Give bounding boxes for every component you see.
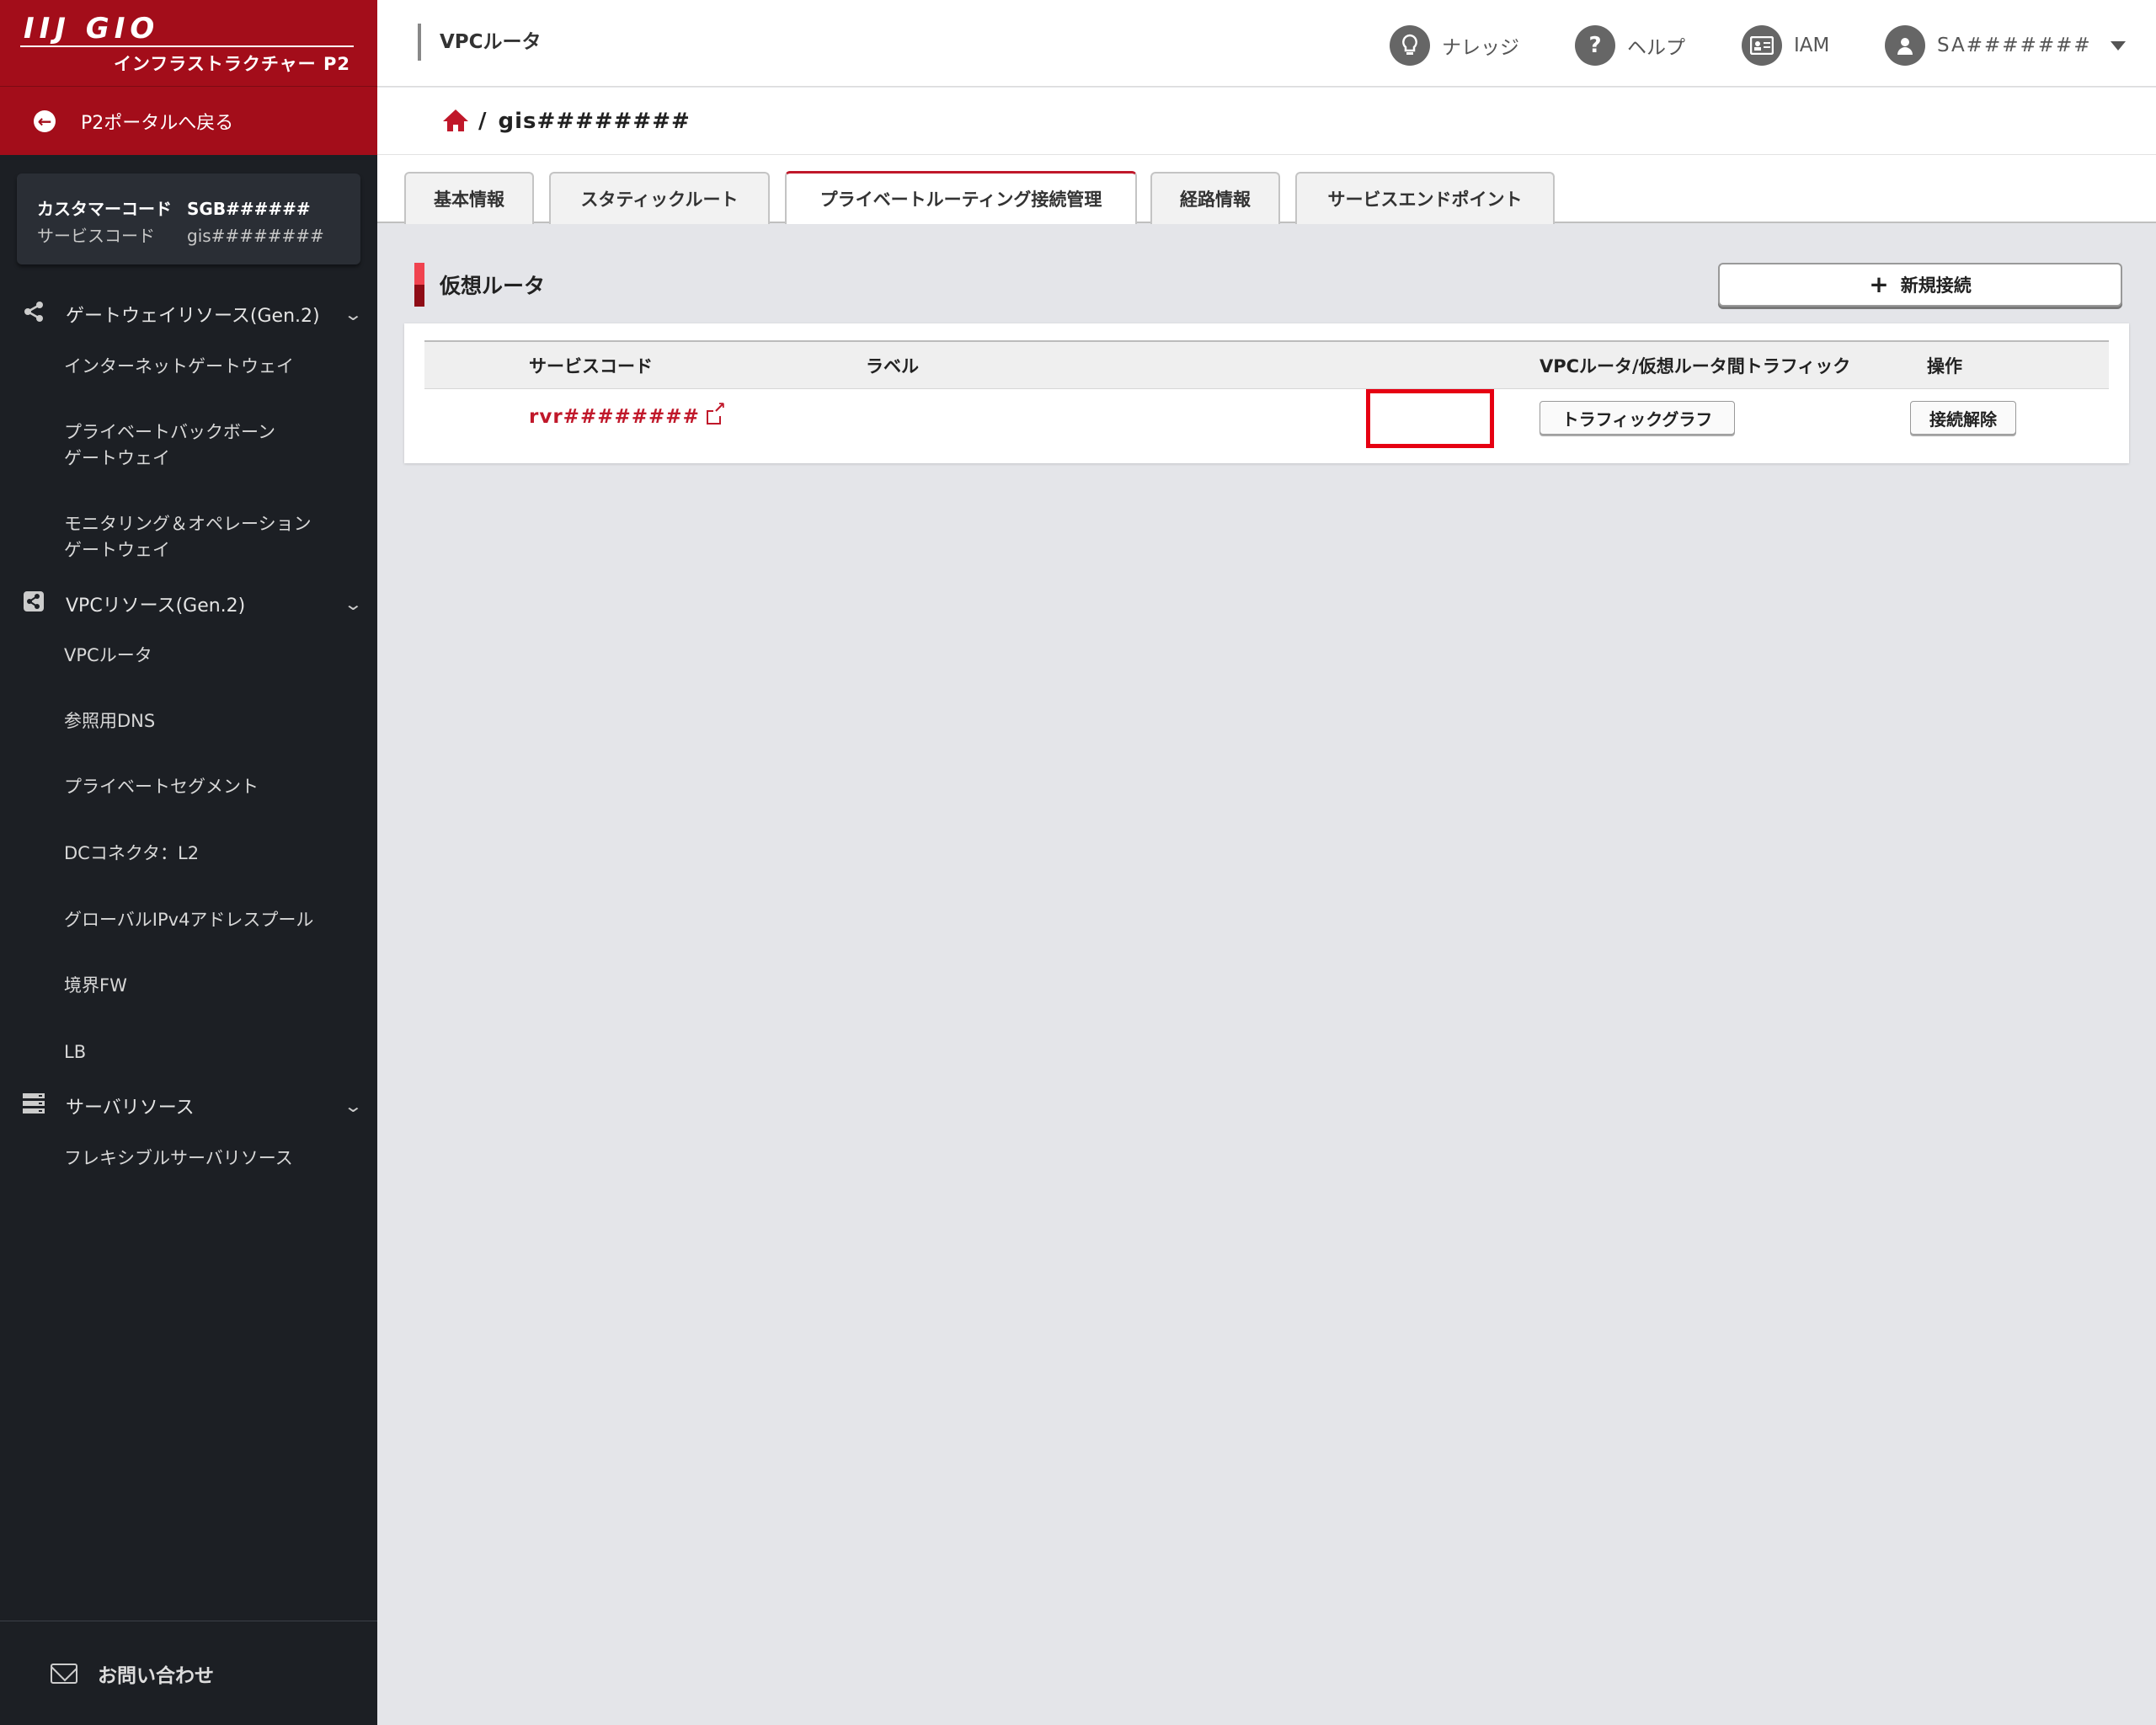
help-label: ヘルプ [1627, 37, 1685, 59]
breadcrumb-separator: / [478, 108, 487, 134]
tab-bar: 基本情報 スタティックルート プライベートルーティング接続管理 経路情報 サービ… [377, 155, 2156, 224]
user-icon [1885, 25, 1925, 66]
chevron-down-icon: ⌄ [343, 304, 364, 324]
col-label: ラベル [866, 356, 919, 377]
caret-down-icon [2110, 40, 2126, 51]
nav-item-global-ipv4-pool[interactable]: グローバルIPv4アドレスプール [0, 907, 377, 933]
customer-code-value: SGB###### [187, 199, 311, 219]
iam-label: IAM [1794, 35, 1830, 56]
share-square-icon [20, 590, 47, 617]
nav-item-lb[interactable]: LB [0, 1039, 377, 1065]
new-connection-label: 新規接続 [1900, 275, 1972, 296]
envelope-icon [51, 1663, 77, 1684]
sidebar: IIJ GIO インフラストラクチャー P2 ← P2ポータルへ戻る カスタマー… [0, 0, 377, 1725]
lightbulb-icon [1390, 25, 1430, 66]
knowledge-link[interactable]: ナレッジ [1390, 25, 1519, 66]
help-icon: ? [1575, 25, 1615, 66]
back-to-portal-label: P2ポータルへ戻る [81, 112, 234, 134]
plus-icon: + [1869, 270, 1889, 298]
breadcrumb: / gis######## [377, 88, 2156, 155]
section-marker [414, 263, 424, 307]
top-header: VPCルータ ナレッジ ? ヘルプ IAM SA####### [377, 0, 2156, 87]
tab-private-routing-connection[interactable]: プライベートルーティング接続管理 [785, 171, 1137, 224]
help-link[interactable]: ? ヘルプ [1575, 25, 1685, 66]
brand-subtitle: インフラストラクチャー P2 [113, 54, 350, 74]
service-code-value: gis######## [187, 226, 324, 246]
nav-item-monitoring-gateway[interactable]: モニタリング＆オペレーション ゲートウェイ [0, 511, 377, 563]
user-menu[interactable]: SA####### [1885, 25, 2126, 66]
logo-divider [20, 45, 354, 47]
arrow-left-circle-icon: ← [34, 109, 56, 132]
service-code-text: rvr######## [529, 406, 700, 428]
user-name: SA####### [1937, 35, 2092, 56]
tab-static-route[interactable]: スタティックルート [549, 172, 770, 224]
tab-basic-info[interactable]: 基本情報 [404, 172, 534, 224]
highlight-box [1366, 389, 1494, 448]
id-card-icon [1742, 25, 1782, 66]
iij-gio-logo[interactable]: IIJ GIO [24, 12, 159, 45]
customer-code-label: カスタマーコード [37, 199, 172, 219]
nav-group-server[interactable]: サーバリソース ⌄ [0, 1073, 377, 1139]
disconnect-button[interactable]: 接続解除 [1910, 401, 2016, 435]
account-codes-card: カスタマーコード SGB###### サービスコード gis######## [17, 174, 360, 264]
service-code-label: サービスコード [37, 226, 155, 246]
nav-item-reference-dns[interactable]: 参照用DNS [0, 708, 377, 734]
page-section-title: VPCルータ [418, 24, 542, 61]
chevron-down-icon: ⌄ [343, 594, 364, 614]
nav-group-gateway[interactable]: ゲートウェイリソース(Gen.2) ⌄ [0, 281, 377, 347]
server-icon [20, 1092, 47, 1119]
share-icon [20, 301, 47, 328]
nav-group-vpc[interactable]: VPCリソース(Gen.2) ⌄ [0, 571, 377, 637]
col-traffic: VPCルータ/仮想ルータ間トラフィック [1540, 356, 1851, 377]
nav-group-label: ゲートウェイリソース(Gen.2) [66, 306, 320, 327]
table-row: rvr######## トラフィックグラフ 接続解除 [424, 389, 2109, 448]
breadcrumb-current: gis######## [498, 108, 691, 134]
virtual-router-heading: 仮想ルータ [414, 263, 545, 307]
tab-route-info[interactable]: 経路情報 [1150, 172, 1280, 224]
col-service-code: サービスコード [529, 356, 653, 377]
nav-item-private-backbone-gateway[interactable]: プライベートバックボーン ゲートウェイ [0, 419, 377, 472]
knowledge-label: ナレッジ [1442, 37, 1519, 59]
home-icon[interactable] [441, 108, 470, 135]
external-link-icon [706, 400, 726, 425]
nav-group-label: サーバリソース [66, 1097, 195, 1119]
nav-group-label: VPCリソース(Gen.2) [66, 595, 246, 617]
col-operation: 操作 [1927, 356, 1962, 377]
table-header: サービスコード ラベル VPCルータ/仮想ルータ間トラフィック 操作 [424, 340, 2109, 389]
nav-item-vpc-router[interactable]: VPCルータ [0, 643, 377, 669]
service-code-link[interactable]: rvr######## [529, 400, 726, 428]
traffic-graph-button[interactable]: トラフィックグラフ [1540, 401, 1735, 435]
iam-link[interactable]: IAM [1742, 25, 1829, 66]
connection-table-panel: サービスコード ラベル VPCルータ/仮想ルータ間トラフィック 操作 rvr##… [404, 323, 2129, 463]
nav-item-flexible-server[interactable]: フレキシブルサーバリソース [0, 1146, 377, 1172]
new-connection-button[interactable]: + 新規接続 [1718, 263, 2122, 307]
contact-link[interactable]: お問い合わせ [0, 1621, 377, 1725]
back-to-portal-link[interactable]: ← P2ポータルへ戻る [0, 87, 377, 155]
brand-header: IIJ GIO インフラストラクチャー P2 [0, 0, 377, 87]
nav-item-private-segment[interactable]: プライベートセグメント [0, 774, 377, 800]
nav-item-dc-connector-l2[interactable]: DCコネクタ：L2 [0, 841, 377, 867]
nav-item-internet-gateway[interactable]: インターネットゲートウェイ [0, 354, 377, 380]
section-title: 仮想ルータ [440, 274, 546, 298]
chevron-down-icon: ⌄ [343, 1096, 364, 1116]
contact-label: お問い合わせ [98, 1664, 214, 1687]
tab-service-endpoint[interactable]: サービスエンドポイント [1295, 172, 1555, 224]
nav-item-border-fw[interactable]: 境界FW [0, 973, 377, 999]
